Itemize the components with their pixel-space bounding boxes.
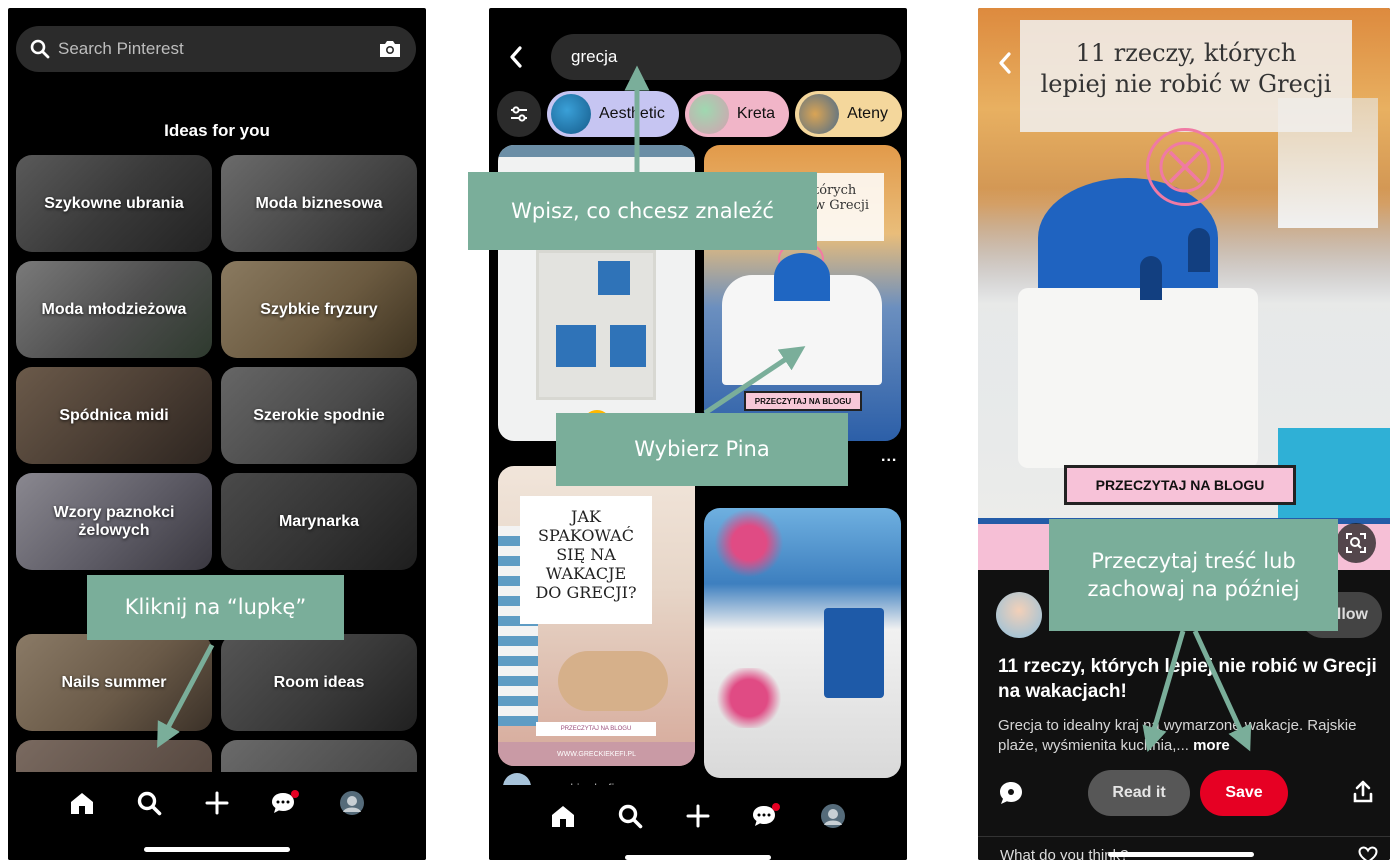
profile-avatar[interactable] [335,786,369,820]
pin-packing-blog: PRZECZYTAJ NA BLOGU [536,722,656,736]
plus-icon[interactable] [681,799,715,833]
back-arrow-icon[interactable] [509,46,523,73]
callout-type-query: Wpisz, co chcesz znaleźć [468,172,817,250]
messages-icon[interactable] [268,786,302,820]
pin-card-packing[interactable]: JAK SPAKOWAĆ SIĘ NA WAKACJE DO GRECJI? P… [498,466,695,766]
idea-tile[interactable]: Szykowne ubrania [16,155,212,252]
search-icon [30,39,50,59]
chip-ateny[interactable]: Ateny [795,91,902,137]
search-icon[interactable] [613,799,647,833]
chip-aesthetic[interactable]: Aesthetic [547,91,679,137]
pin-title: 11 rzeczy, których lepiej nie robić w Gr… [998,656,1377,702]
bottom-nav [489,785,907,860]
profile-avatar[interactable] [816,799,850,833]
more-link[interactable]: more [1193,737,1230,754]
callout-choose-pin: Wybierz Pina [556,413,848,486]
visual-search-icon[interactable] [1336,523,1376,563]
chip-kreta[interactable]: Kreta [684,91,790,137]
pin-description: Grecja to idealny kraj na wymarzone waka… [998,717,1357,755]
ideas-title: Ideas for you [164,121,270,140]
pin-hero-image: 11 rzeczy, których lepiej nie robić w Gr… [978,8,1390,570]
idea-tile[interactable]: Moda biznesowa [221,155,417,252]
creator-avatar[interactable] [996,592,1042,638]
chip-thumbnail [551,94,591,134]
comment-icon[interactable] [998,780,1024,811]
callout-search-tip: Kliknij na “lupkę” [87,575,344,640]
phone-pin-detail-screen: 11 rzeczy, których lepiej nie robić w Gr… [978,8,1390,860]
idea-tile[interactable]: Room ideas [221,634,417,731]
share-icon[interactable] [1352,780,1374,809]
home-indicator [625,855,771,860]
idea-tile[interactable]: Nails summer [16,634,212,731]
idea-tile[interactable]: Wzory paznokci żelowych [16,473,212,570]
search-placeholder: Search Pinterest [58,39,184,58]
camera-icon[interactable] [378,39,402,59]
save-button[interactable]: Save [1200,770,1288,816]
pin-card-street[interactable] [704,508,901,778]
heart-icon[interactable] [1358,846,1378,860]
chip-thumbnail [688,94,729,134]
read-it-button[interactable]: Read it [1088,770,1190,816]
filter-chips: Aesthetic Kreta Ateny [497,91,902,137]
idea-tile[interactable]: Spódnica midi [16,367,212,464]
idea-tile[interactable]: Moda młodzieżowa [16,261,212,358]
back-arrow-icon[interactable] [998,52,1012,79]
chip-thumbnail [799,94,840,134]
search-input[interactable]: grecja [551,34,901,80]
close-icon [1159,141,1211,193]
phone-explore-screen: Search Pinterest Ideas for you Szykowne … [8,8,426,860]
home-icon[interactable] [65,786,99,820]
home-icon[interactable] [546,799,580,833]
callout-read-or-save: Przeczytaj treść lub zachowaj na później [1049,519,1338,631]
hero-read-label: PRZECZYTAJ NA BLOGU [1064,465,1296,505]
pin-read-label: PRZECZYTAJ NA BLOGU [744,391,862,411]
search-icon[interactable] [132,786,166,820]
plus-icon[interactable] [200,786,234,820]
idea-tile[interactable]: Marynarka [221,473,417,570]
home-indicator [144,847,290,852]
home-indicator [1108,852,1254,857]
more-options-icon[interactable]: ... [881,448,897,466]
pin-packing-site: WWW.GRECKIEKEFI.PL [498,742,695,766]
hero-title: 11 rzeczy, których lepiej nie robić w Gr… [1020,20,1352,132]
messages-icon[interactable] [749,799,783,833]
filter-icon[interactable] [497,91,541,137]
idea-tile[interactable]: Szybkie fryzury [221,261,417,358]
search-bar[interactable]: Search Pinterest [16,26,416,72]
idea-tile[interactable]: Szerokie spodnie [221,367,417,464]
pin-packing-title: JAK SPAKOWAĆ SIĘ NA WAKACJE DO GRECJI? [520,496,652,624]
